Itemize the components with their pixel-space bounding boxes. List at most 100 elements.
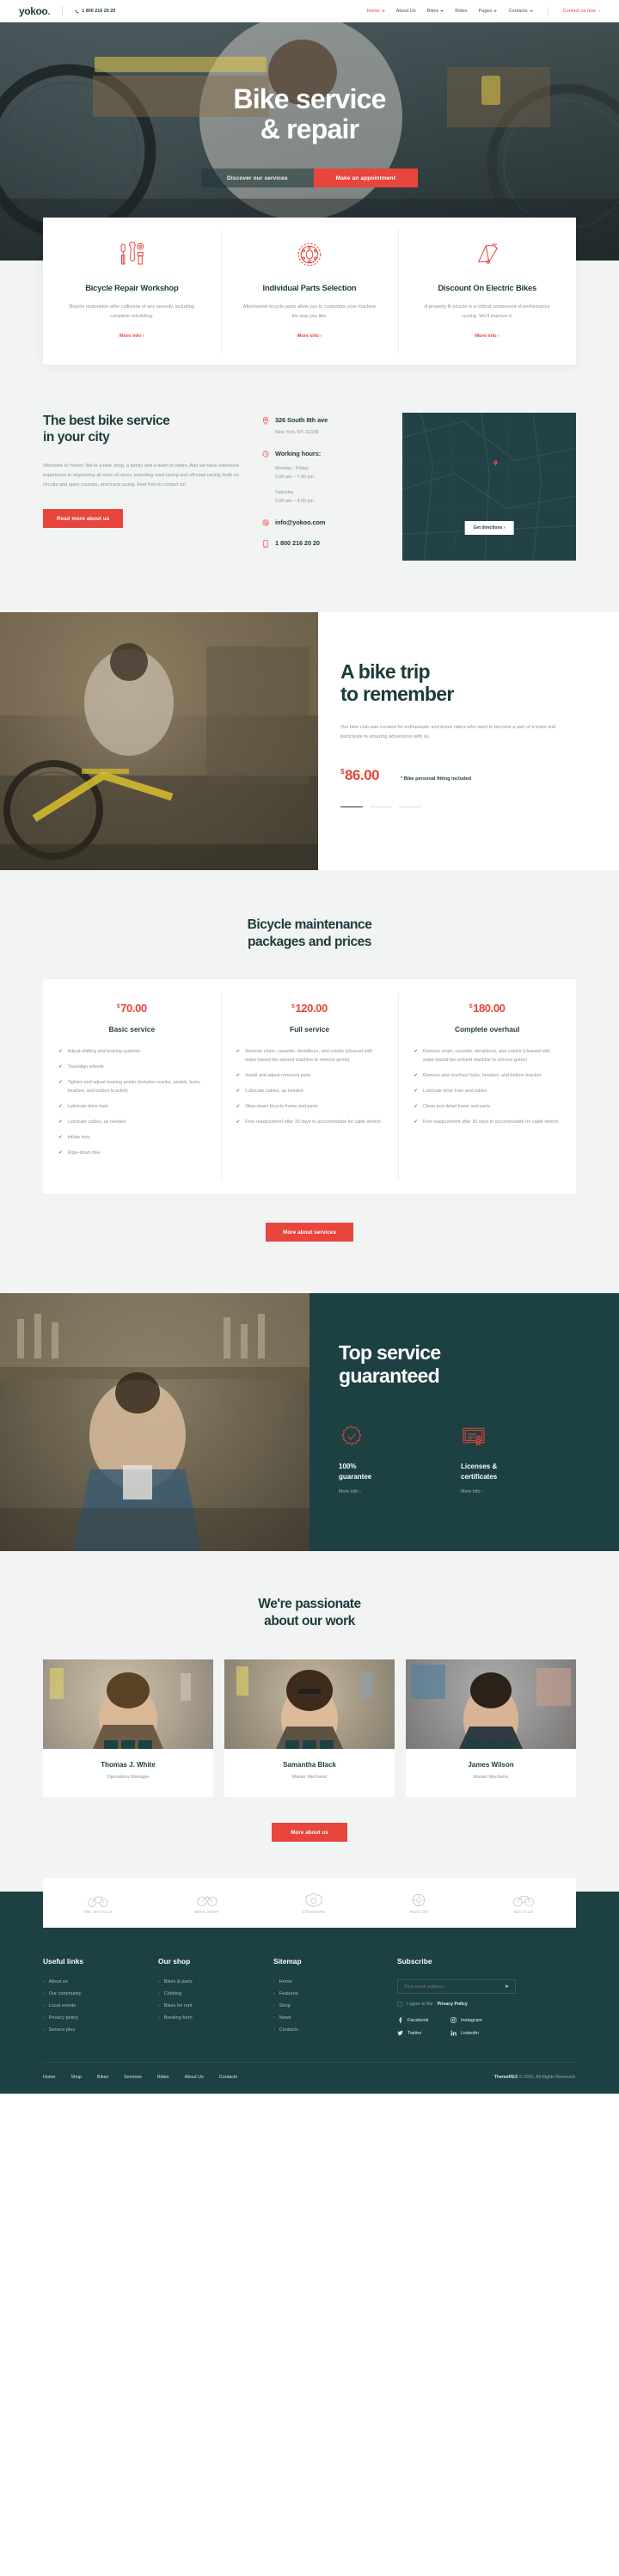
email-row[interactable]: info@yokoo.com (261, 518, 382, 526)
slider-dot-2[interactable] (370, 806, 392, 808)
feature-card-electric-bikes[interactable]: Discount On Electric Bikes A properly fi… (398, 218, 576, 365)
header-phone[interactable]: 1 800 216 20 20 (75, 9, 115, 14)
team-social-links[interactable] (285, 1740, 334, 1750)
send-icon[interactable]: ➤ (505, 1984, 509, 1990)
footer-nav-about-us[interactable]: About Us (185, 2075, 204, 2080)
footer-nav-home[interactable]: Home (43, 2075, 55, 2080)
phone-row[interactable]: 1 800 216 20 20 (261, 539, 382, 548)
email-value: info@yokoo.com (275, 518, 326, 526)
plan-feature-label: Wipe-down bike (67, 1150, 101, 1156)
social-icon[interactable] (121, 1740, 135, 1750)
footer-link-label: Local events (48, 2003, 77, 2009)
facebook-link[interactable]: Facebook (397, 2017, 450, 2024)
footer-link[interactable]: › Features (273, 1991, 385, 1996)
more-about-us-button[interactable]: More about us (272, 1823, 347, 1843)
footer-link[interactable]: › Bikes for rent (158, 2003, 261, 2009)
footer-link[interactable]: › Booking form (158, 2015, 261, 2021)
top-service-more-info-link[interactable]: More info › (461, 1489, 555, 1494)
social-icon[interactable] (484, 1740, 498, 1750)
top-service-content: Top service guaranteed 100% guarantee Mo… (310, 1293, 619, 1552)
nav-item-contacts[interactable]: Contacts (508, 9, 533, 14)
get-directions-button[interactable]: Get directions › (464, 520, 514, 535)
footer-nav-rides[interactable]: Rides (157, 2075, 169, 2080)
pricing-plan-overhaul[interactable]: $180.00 Complete overhaul ✔ Remove chain,… (398, 979, 576, 1193)
discover-services-button[interactable]: Discover our services (201, 169, 314, 188)
footer-nav-services[interactable]: Services (124, 2075, 142, 2080)
team-member-card[interactable]: Thomas J. White Operations Manager (43, 1659, 213, 1798)
subscribe-email-input[interactable] (404, 1984, 497, 1990)
top-service-card-licenses[interactable]: Licenses & certificates More info › (461, 1422, 555, 1494)
footer-nav-bikes[interactable]: Bikes (97, 2075, 108, 2080)
social-icon[interactable] (467, 1740, 481, 1750)
footer-link[interactable]: › About us (43, 1979, 146, 1984)
footer-link[interactable]: › Local events (43, 2003, 146, 2009)
feature-more-info-link[interactable]: More info › (236, 334, 383, 339)
site-logo[interactable]: yokoo. (19, 5, 51, 17)
footer-link[interactable]: › Shop (273, 2003, 385, 2009)
badge-check-icon (339, 1422, 433, 1451)
feature-description: Aftermarket bicycle parts allow you to c… (242, 304, 377, 319)
subscribe-field[interactable]: ➤ (397, 1979, 516, 1995)
nav-item-pages[interactable]: Pages (479, 9, 498, 14)
footer-link[interactable]: › Contacts (273, 2027, 385, 2033)
privacy-policy-link[interactable]: Privacy Policy (438, 2002, 468, 2007)
footer-link[interactable]: › Service plus (43, 2027, 146, 2033)
instagram-link[interactable]: Instagram (450, 2017, 511, 2023)
social-icon[interactable] (104, 1740, 118, 1750)
team-member-card[interactable]: Samantha Black Master Mechanic (224, 1659, 395, 1798)
footer-nav-shop[interactable]: Shop (70, 2075, 82, 2080)
contact-us-now-button[interactable]: Contact us now › (563, 9, 600, 14)
footer-link[interactable]: › Clothing (158, 1991, 261, 1996)
social-icon[interactable] (285, 1740, 299, 1750)
brand-logo-standard[interactable]: STANDARD (302, 1892, 326, 1914)
social-icon[interactable] (320, 1740, 334, 1750)
brand-logo-ride-on[interactable]: RIDE ON (408, 1892, 430, 1914)
feature-card-parts-selection[interactable]: Individual Parts Selection Aftermarket b… (220, 218, 399, 365)
social-icon[interactable] (501, 1740, 515, 1750)
social-icon[interactable] (303, 1740, 316, 1750)
check-icon: ✔ (58, 1135, 63, 1141)
location-map[interactable]: Get directions › (402, 412, 576, 561)
footer-link[interactable]: › Privacy policy (43, 2015, 146, 2021)
nav-item-about-us[interactable]: About Us (396, 9, 416, 14)
team-social-links[interactable] (467, 1740, 515, 1750)
footer-link[interactable]: › Our community (43, 1991, 146, 1996)
footer-link[interactable]: › Bikes & parts (158, 1979, 261, 1984)
footer-link[interactable]: › News (273, 2015, 385, 2021)
plan-price: $70.00 (58, 1002, 205, 1015)
brand-logo-bike-shop[interactable]: BIKE SHOP (195, 1892, 219, 1914)
make-appointment-button[interactable]: Make an appointment (313, 169, 418, 188)
nav-item-home[interactable]: Home (367, 9, 385, 14)
footer-nav-contacts[interactable]: Contacts (219, 2075, 237, 2080)
twitter-link[interactable]: Twitter (397, 2030, 450, 2036)
team-member-card[interactable]: James Wilson Master Mechanic (406, 1659, 576, 1798)
bike-trip-paragraph: Our bike club was created for enthusiast… (340, 725, 556, 740)
feature-card-repair-workshop[interactable]: Bicycle Repair Workshop Bicycle restorat… (43, 218, 221, 365)
slider-dot-3[interactable] (399, 806, 421, 808)
feature-more-info-link[interactable]: More info › (58, 334, 205, 339)
pricing-plan-full[interactable]: $120.00 Full service ✔ Remove chain, cass… (220, 979, 399, 1193)
privacy-checkbox[interactable] (397, 2002, 402, 2008)
nav-item-rides[interactable]: Rides (455, 9, 467, 14)
top-service-card-guarantee[interactable]: 100% guarantee More info › (339, 1422, 433, 1494)
slider-dot-1[interactable] (340, 806, 363, 808)
more-about-services-button[interactable]: More about services (266, 1223, 353, 1242)
top-service-more-info-link[interactable]: More info › (339, 1489, 433, 1494)
feature-more-info-link[interactable]: More info › (414, 334, 561, 339)
pricing-plan-basic[interactable]: $70.00 Basic service ✔ Adjust shifting an… (43, 979, 221, 1193)
check-icon: ✔ (58, 1049, 63, 1055)
read-more-about-us-button[interactable]: Read more about us (43, 509, 124, 529)
slider-pagination[interactable] (340, 806, 597, 808)
about-section: The best bike service in your city Welco… (0, 403, 619, 612)
nav-item-bikes[interactable]: Bikes (427, 9, 444, 14)
nav-label: Home (366, 9, 380, 14)
chevron-down-icon (381, 10, 385, 12)
check-icon: ✔ (236, 1073, 241, 1079)
social-icon[interactable] (138, 1740, 152, 1750)
brand-logo-mr-bicycle[interactable]: MR. BICYCLE (84, 1892, 113, 1914)
linkedin-link[interactable]: Linkedin (450, 2030, 511, 2036)
brand-logo-bicycle[interactable]: BICYCLE (512, 1892, 535, 1914)
team-social-links[interactable] (104, 1740, 152, 1750)
features-section: Bicycle Repair Workshop Bicycle restorat… (0, 218, 619, 404)
footer-link[interactable]: › Home (273, 1979, 385, 1984)
